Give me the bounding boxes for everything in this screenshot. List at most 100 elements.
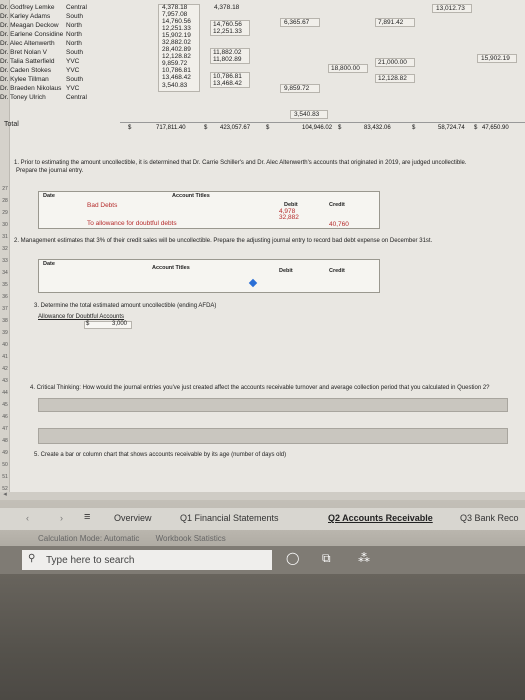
value-cell[interactable]: 21,000.00 bbox=[378, 59, 407, 66]
journal-credit[interactable]: 40,760 bbox=[329, 221, 349, 228]
value-cell[interactable]: 12,251.33 bbox=[213, 28, 242, 35]
tab-next-icon[interactable]: › bbox=[60, 513, 63, 523]
value-cell[interactable]: 9,859.72 bbox=[162, 60, 187, 67]
row-number[interactable]: 42 bbox=[0, 366, 10, 372]
row-number[interactable]: 39 bbox=[0, 330, 10, 336]
value-cell[interactable]: 32,882.02 bbox=[162, 39, 191, 46]
region-cell[interactable]: Central bbox=[66, 4, 87, 11]
value-cell[interactable]: 11,882.02 bbox=[213, 49, 241, 56]
journal-debit[interactable]: 32,882 bbox=[279, 214, 299, 221]
q4-answer-box-2[interactable] bbox=[38, 428, 508, 444]
row-number[interactable]: 34 bbox=[0, 270, 10, 276]
row-number[interactable]: 28 bbox=[0, 198, 10, 204]
value-cell[interactable]: 18,800.00 bbox=[331, 65, 360, 72]
row-number[interactable]: 47 bbox=[0, 426, 10, 432]
name-cell[interactable]: Dr. Talia Satterfield bbox=[0, 58, 54, 65]
value-cell[interactable]: 12,128.82 bbox=[378, 75, 407, 82]
row-number[interactable]: 27 bbox=[0, 186, 10, 192]
q3-value[interactable]: 3,000 bbox=[112, 321, 127, 327]
value-cell[interactable]: 9,859.72 bbox=[284, 85, 309, 92]
cortana-icon[interactable]: ◯ bbox=[286, 551, 299, 565]
row-number[interactable]: 31 bbox=[0, 234, 10, 240]
task-view-icon[interactable]: ⧉ bbox=[322, 551, 331, 566]
row-number[interactable]: 40 bbox=[0, 342, 10, 348]
total-value[interactable]: 58,724.74 bbox=[438, 125, 465, 131]
tab-prev-icon[interactable]: ‹ bbox=[26, 513, 29, 523]
row-number[interactable]: 37 bbox=[0, 306, 10, 312]
region-cell[interactable]: YVC bbox=[66, 67, 79, 74]
row-number[interactable]: 49 bbox=[0, 450, 10, 456]
region-cell[interactable]: YVC bbox=[66, 58, 79, 65]
name-cell[interactable]: Dr. Alec Altenwerth bbox=[0, 40, 55, 47]
row-number[interactable]: 30 bbox=[0, 222, 10, 228]
region-cell[interactable]: Central bbox=[66, 94, 87, 101]
row-number[interactable]: 32 bbox=[0, 246, 10, 252]
region-cell[interactable]: YVC bbox=[66, 85, 79, 92]
value-cell[interactable]: 3,540.83 bbox=[294, 111, 319, 118]
row-number[interactable]: 36 bbox=[0, 294, 10, 300]
taskbar-search-box[interactable]: ⚲ Type here to search bbox=[22, 550, 272, 570]
row-number[interactable]: 38 bbox=[0, 318, 10, 324]
name-cell[interactable]: Dr. Caden Stokes bbox=[0, 67, 51, 74]
tab-q3-bank-reco[interactable]: Q3 Bank Reco bbox=[460, 513, 519, 523]
value-cell[interactable]: 7,891.42 bbox=[378, 19, 403, 26]
workbook-statistics[interactable]: Workbook Statistics bbox=[156, 534, 226, 543]
value-cell[interactable]: 4,378.18 bbox=[214, 4, 239, 11]
horizontal-scrollbar[interactable] bbox=[0, 492, 525, 500]
row-number[interactable]: 43 bbox=[0, 378, 10, 384]
region-cell[interactable]: North bbox=[66, 31, 82, 38]
value-cell[interactable]: 13,012.73 bbox=[436, 5, 465, 12]
value-cell[interactable]: 14,760.56 bbox=[213, 21, 242, 28]
row-number[interactable]: 44 bbox=[0, 390, 10, 396]
row-number[interactable]: 45 bbox=[0, 402, 10, 408]
q4-answer-box[interactable] bbox=[38, 398, 508, 412]
row-number[interactable]: 48 bbox=[0, 438, 10, 444]
row-number[interactable]: 35 bbox=[0, 282, 10, 288]
value-cell[interactable]: 4,378.18 bbox=[162, 4, 187, 11]
total-value[interactable]: 717,811.40 bbox=[156, 125, 186, 131]
region-cell[interactable]: South bbox=[66, 49, 83, 56]
value-cell[interactable]: 15,902.19 bbox=[162, 32, 191, 39]
region-cell[interactable]: North bbox=[66, 40, 82, 47]
value-cell[interactable]: 7,957.08 bbox=[162, 11, 187, 18]
value-cell[interactable]: 11,802.89 bbox=[213, 56, 241, 63]
tab-q2-accounts-receivable[interactable]: Q2 Accounts Receivable bbox=[328, 513, 433, 523]
region-cell[interactable]: South bbox=[66, 76, 83, 83]
row-number[interactable]: 29 bbox=[0, 210, 10, 216]
row-number[interactable]: 33 bbox=[0, 258, 10, 264]
value-cell[interactable]: 6,365.67 bbox=[284, 19, 309, 26]
journal-account[interactable]: Bad Debts bbox=[87, 202, 117, 209]
value-cell[interactable]: 12,128.82 bbox=[162, 53, 191, 60]
value-cell[interactable]: 13,468.42 bbox=[213, 80, 242, 87]
value-cell[interactable]: 12,251.33 bbox=[162, 25, 191, 32]
total-value[interactable]: 104,946.02 bbox=[302, 125, 332, 131]
name-cell[interactable]: Dr. Bret Nolan V bbox=[0, 49, 47, 56]
name-cell[interactable]: Dr. Toney Ulrich bbox=[0, 94, 46, 101]
total-value[interactable]: 423,057.67 bbox=[220, 125, 250, 131]
journal-account[interactable]: To allowance for doubtful debts bbox=[87, 220, 177, 227]
row-number[interactable]: 41 bbox=[0, 354, 10, 360]
value-cell[interactable]: 14,760.56 bbox=[162, 18, 191, 25]
region-cell[interactable]: South bbox=[66, 13, 83, 20]
total-value[interactable]: 83,432.06 bbox=[364, 125, 391, 131]
row-number[interactable]: 50 bbox=[0, 462, 10, 468]
region-cell[interactable]: North bbox=[66, 22, 82, 29]
name-cell[interactable]: Dr. Godfrey Lemke bbox=[0, 4, 55, 11]
app-grid-icon[interactable]: ⁂ bbox=[358, 551, 370, 565]
value-cell[interactable]: 15,902.19 bbox=[481, 55, 510, 62]
tab-overview[interactable]: Overview bbox=[114, 513, 152, 523]
name-cell[interactable]: Dr. Meagan Deckow bbox=[0, 22, 59, 29]
tab-q1-financial-statements[interactable]: Q1 Financial Statements bbox=[180, 513, 279, 523]
name-cell[interactable]: Dr. Karley Adams bbox=[0, 13, 50, 20]
row-number[interactable]: 46 bbox=[0, 414, 10, 420]
value-cell[interactable]: 3,540.83 bbox=[162, 82, 187, 89]
name-cell[interactable]: Dr. Braeden Nikolaus bbox=[0, 85, 61, 92]
row-number[interactable]: 51 bbox=[0, 474, 10, 480]
name-cell[interactable]: Dr. Earlene Considine bbox=[0, 31, 63, 38]
name-cell[interactable]: Dr. Kylee Tillman bbox=[0, 76, 49, 83]
sheet-list-icon[interactable]: ≡ bbox=[84, 511, 90, 523]
value-cell[interactable]: 28,402.89 bbox=[162, 46, 191, 53]
total-value[interactable]: 47,650.90 bbox=[482, 125, 509, 131]
value-cell[interactable]: 13,468.42 bbox=[162, 74, 191, 81]
value-cell[interactable]: 10,786.81 bbox=[213, 73, 242, 80]
